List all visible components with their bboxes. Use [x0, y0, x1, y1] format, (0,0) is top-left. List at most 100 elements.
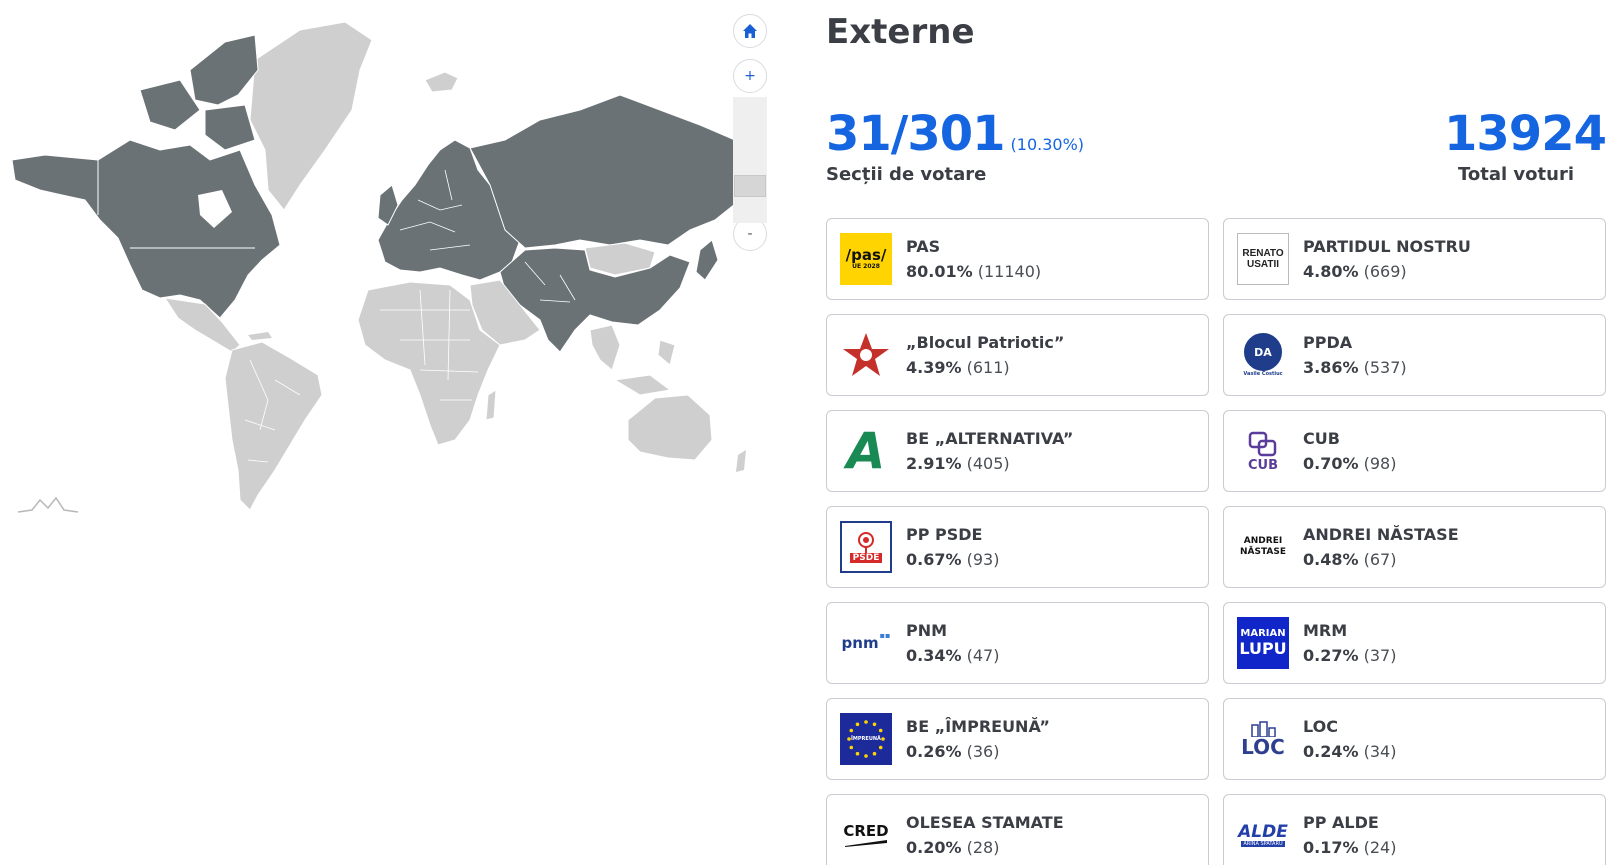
total-votes-value: 13924 [1444, 106, 1607, 162]
logo-text: DA [1254, 345, 1272, 359]
logo-subtext: NĂSTASE [1239, 547, 1286, 557]
party-name: PPDA [1303, 333, 1353, 352]
party-votes: (611) [966, 358, 1010, 377]
zoom-in-button[interactable]: + [733, 59, 767, 93]
alternativa-logo-icon: A [840, 425, 892, 477]
logo-text: LOC [1241, 735, 1285, 759]
home-button[interactable] [733, 14, 767, 48]
logo-text: A [846, 425, 886, 477]
logo-subtext: USATII [1246, 259, 1280, 270]
party-votes: (34) [1363, 742, 1397, 761]
party-name: PNM [906, 621, 948, 640]
party-percent: 4.39% [906, 358, 962, 377]
map-region-greenland[interactable] [249, 21, 373, 211]
party-name: MRM [1303, 621, 1348, 640]
logo-text: CUB [1247, 457, 1278, 473]
party-card[interactable]: PSDE PP PSDE 0.67% (93) [826, 506, 1209, 588]
party-votes: (28) [966, 838, 1000, 857]
party-percent: 0.27% [1303, 646, 1359, 665]
marian-lupu-logo-icon: MARIAN LUPU [1237, 617, 1289, 669]
pnm-logo-icon: pnm ▪▪ [840, 617, 892, 669]
party-card[interactable]: DA Vasile Costiuc PPDA 3.86% (537) [1223, 314, 1606, 396]
party-votes: (67) [1363, 550, 1397, 569]
party-card[interactable]: ÎMPREUNĂ BE „ÎMPREUNĂ” 0.26% (36) [826, 698, 1209, 780]
party-card[interactable]: MARIAN LUPU MRM 0.27% (37) [1223, 602, 1606, 684]
party-card[interactable]: /pas/ UE 2028 PAS 80.01% (11140) [826, 218, 1209, 300]
cub-squares-icon [1248, 431, 1277, 456]
logo-subtext: Vasile Costiuc [1243, 371, 1283, 377]
map-region-arctic-islands[interactable] [139, 34, 259, 151]
world-map-svg[interactable] [0, 0, 790, 540]
stations-label: Secții de votare [826, 164, 987, 185]
party-votes: (93) [966, 550, 1000, 569]
logo-subtext: ARINA SPATARU [1241, 841, 1285, 847]
party-card[interactable]: CUB CUB 0.70% (98) [1223, 410, 1606, 492]
ppda-seal-logo-icon: DA Vasile Costiuc [1237, 329, 1289, 381]
party-name: „Blocul Patriotic” [906, 333, 1065, 352]
party-votes: (405) [966, 454, 1010, 473]
party-votes: (47) [966, 646, 1000, 665]
rose-icon [858, 532, 874, 553]
stations-value: 31/301 [826, 106, 1006, 162]
party-votes: (36) [966, 742, 1000, 761]
cub-logo-icon: CUB [1237, 425, 1289, 477]
psde-logo-icon: PSDE [840, 521, 892, 573]
party-card[interactable]: A BE „ALTERNATIVA” 2.91% (405) [826, 410, 1209, 492]
map-region-south-america[interactable] [224, 341, 323, 511]
pnm-dots-icon: ▪▪ [879, 631, 891, 640]
alde-logo-icon: ALDE ARINA SPATARU [1237, 809, 1289, 861]
map-region-australia[interactable] [627, 394, 713, 461]
party-card[interactable]: ANDREI NĂSTASE ANDREI NĂSTASE 0.48% (67) [1223, 506, 1606, 588]
map-region-southeast-asia[interactable] [589, 324, 676, 396]
party-percent: 0.17% [1303, 838, 1359, 857]
party-percent: 0.26% [906, 742, 962, 761]
party-votes: (24) [1363, 838, 1397, 857]
party-card[interactable]: CRED OLESEA STAMATE 0.20% (28) [826, 794, 1209, 865]
party-percent: 0.67% [906, 550, 962, 569]
party-results-grid: /pas/ UE 2028 PAS 80.01% (11140) RENATO … [826, 218, 1606, 865]
party-name: OLESEA STAMATE [906, 813, 1064, 832]
party-votes: (537) [1363, 358, 1407, 377]
loc-logo-icon: LOC [1237, 713, 1289, 765]
logo-subtext: UE 2028 [852, 263, 880, 270]
total-votes-label: Total voturi [1457, 164, 1574, 185]
party-name: PAS [906, 237, 941, 256]
party-card[interactable]: „Blocul Patriotic” 4.39% (611) [826, 314, 1209, 396]
eu-stars-logo-icon: ÎMPREUNĂ [840, 713, 892, 765]
renato-usatii-logo-icon: RENATO USATII [1237, 233, 1289, 285]
zoom-slider[interactable] [733, 97, 767, 223]
logo-text: RENATO [1242, 248, 1284, 259]
map-region-russia[interactable] [469, 94, 766, 249]
world-map[interactable]: + - [0, 0, 790, 540]
party-name: PP PSDE [906, 525, 983, 544]
party-name: PP ALDE [1303, 813, 1379, 832]
logo-text: ALDE [1238, 822, 1288, 842]
zoom-slider-handle[interactable] [734, 175, 766, 197]
party-percent: 0.20% [906, 838, 962, 857]
party-percent: 2.91% [906, 454, 962, 473]
party-card[interactable]: ALDE ARINA SPATARU PP ALDE 0.17% (24) [1223, 794, 1606, 865]
swoosh-icon [845, 840, 887, 847]
pas-logo-icon: /pas/ UE 2028 [840, 233, 892, 285]
map-region-north-america[interactable] [11, 139, 281, 319]
map-region-iceland[interactable] [424, 71, 459, 93]
party-name: ANDREI NĂSTASE [1303, 525, 1459, 544]
logo-text: CRED [843, 822, 889, 840]
party-votes: (669) [1363, 262, 1407, 281]
logo-text: PSDE [849, 553, 883, 563]
party-card[interactable]: LOC LOC 0.24% (34) [1223, 698, 1606, 780]
party-percent: 0.34% [906, 646, 962, 665]
logo-text: pnm [841, 634, 879, 652]
party-card[interactable]: pnm ▪▪ PNM 0.34% (47) [826, 602, 1209, 684]
map-region-japan[interactable] [695, 239, 719, 281]
logo-text: ANDREI [1243, 536, 1283, 546]
party-name: BE „ÎMPREUNĂ” [906, 717, 1050, 736]
page-title: Externe [826, 12, 975, 52]
party-percent: 3.86% [1303, 358, 1359, 377]
party-percent: 0.70% [1303, 454, 1359, 473]
party-percent: 0.24% [1303, 742, 1359, 761]
party-name: PARTIDUL NOSTRU [1303, 237, 1471, 256]
total-votes-counter: 13924 [1444, 106, 1607, 162]
party-name: BE „ALTERNATIVA” [906, 429, 1074, 448]
party-card[interactable]: RENATO USATII PARTIDUL NOSTRU 4.80% (669… [1223, 218, 1606, 300]
